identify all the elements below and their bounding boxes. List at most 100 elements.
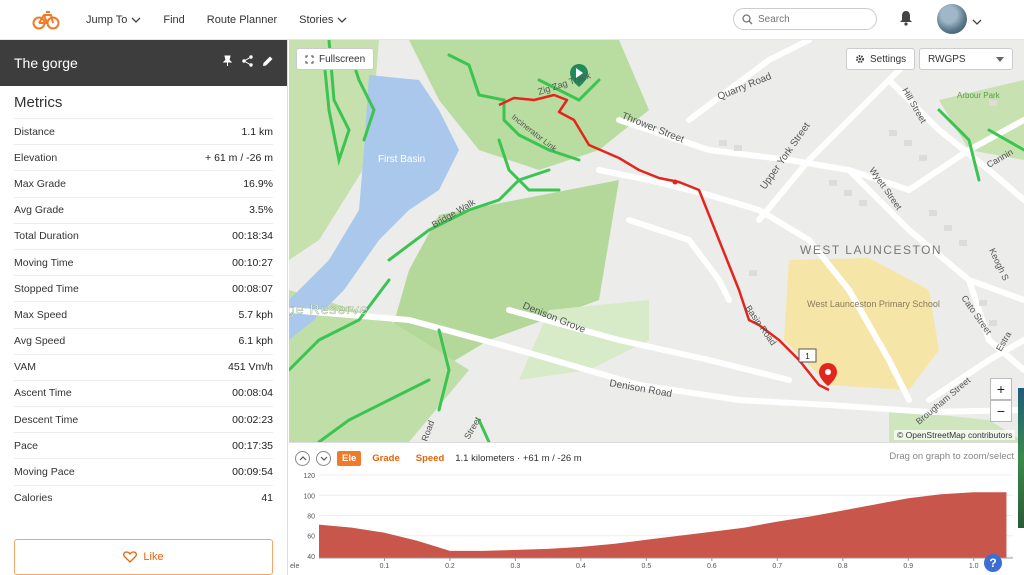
- metric-row: Descent Time 00:02:23: [14, 406, 273, 432]
- y-tick-label: 60: [307, 534, 315, 541]
- graph-toolbar: Ele Grade Speed 1.1 kilometers · +61 m /…: [295, 448, 582, 468]
- search-box[interactable]: [733, 8, 877, 30]
- svg-text:West Launceston Primary School: West Launceston Primary School: [807, 299, 940, 309]
- metric-row: Moving Time 00:10:27: [14, 248, 273, 275]
- tab-grade[interactable]: Grade: [367, 451, 404, 466]
- metric-label: Moving Time: [14, 256, 74, 269]
- metric-label: Max Grade: [14, 177, 66, 190]
- gear-icon: [856, 55, 864, 63]
- metric-label: VAM: [14, 361, 36, 374]
- x-tick-label: 0.1: [380, 563, 390, 570]
- y-tick-label: 120: [303, 473, 315, 480]
- metric-row: Max Speed 5.7 kph: [14, 301, 273, 327]
- svg-text:ge Reserve: ge Reserve: [289, 301, 369, 317]
- help-button[interactable]: ?: [984, 554, 1002, 572]
- x-tick-label: 0.7: [772, 563, 782, 570]
- chevron-down-icon[interactable]: [972, 12, 982, 30]
- svg-text:Arbour Park: Arbour Park: [957, 91, 1001, 100]
- nav-route-planner-label: Route Planner: [206, 13, 278, 26]
- share-icon[interactable]: [242, 55, 253, 67]
- metric-value: 6.1 kph: [238, 335, 273, 348]
- x-tick-label: 0.5: [641, 563, 651, 570]
- route-sidebar: The gorge Metrics Distance 1.1 km Elevatio…: [0, 40, 288, 575]
- metric-row: Avg Speed 6.1 kph: [14, 327, 273, 354]
- svg-text:Hill Street: Hill Street: [900, 86, 928, 125]
- metric-label: Stopped Time: [14, 282, 79, 295]
- metric-row: Calories 41: [14, 484, 273, 511]
- metric-label: Pace: [14, 439, 38, 452]
- tab-speed[interactable]: Speed: [411, 451, 450, 466]
- like-button[interactable]: Like: [14, 539, 273, 575]
- km-marker[interactable]: 1: [798, 348, 817, 363]
- nav-find[interactable]: Find: [163, 14, 184, 26]
- search-icon: [742, 13, 753, 24]
- elevation-graph-panel: Ele Grade Speed 1.1 kilometers · +61 m /…: [289, 442, 1024, 575]
- route-map[interactable]: 1 First Basin Zig Zag Track Incinerator …: [289, 40, 1024, 442]
- user-avatar[interactable]: [937, 4, 967, 34]
- metric-value: 451 Vm/h: [228, 361, 273, 374]
- logo[interactable]: [32, 0, 72, 40]
- nav-jump-to[interactable]: Jump To: [86, 14, 141, 26]
- fullscreen-label: Fullscreen: [319, 53, 366, 65]
- svg-text:Thrower Street: Thrower Street: [620, 111, 686, 146]
- elevation-chart[interactable]: 120 100 80 60 40 0.1 0.2 0.3 0.4 0.5 0.6 0.7 0.8 0.9 1…: [289, 470, 1024, 570]
- search-input[interactable]: [758, 13, 858, 25]
- metric-row: Elevation + 61 m / -26 m: [14, 144, 273, 170]
- metric-value: 41: [261, 492, 273, 505]
- route-header: The gorge: [0, 40, 287, 86]
- metric-row: Stopped Time 00:08:07: [14, 275, 273, 301]
- window-edge: [1018, 388, 1024, 528]
- metric-value: 5.7 kph: [238, 308, 273, 321]
- x-tick-label: 0.9: [903, 563, 913, 570]
- metric-value: 00:02:23: [232, 413, 273, 426]
- collapse-up-button[interactable]: [295, 450, 310, 466]
- nav-find-label: Find: [163, 13, 185, 26]
- svg-text:Basin Road: Basin Road: [743, 303, 778, 347]
- svg-text:Street: Street: [462, 415, 483, 441]
- svg-text:1: 1: [805, 352, 810, 361]
- x-tick-label: 0.8: [838, 563, 848, 570]
- svg-text:First Basin: First Basin: [378, 154, 425, 165]
- map-settings-button[interactable]: Settings: [846, 48, 916, 70]
- metric-label: Avg Speed: [14, 335, 66, 348]
- fullscreen-button[interactable]: Fullscreen: [296, 48, 375, 70]
- nav-stories[interactable]: Stories: [299, 14, 347, 26]
- metric-row: Ascent Time 00:08:04: [14, 379, 273, 406]
- zoom-in-button[interactable]: +: [990, 378, 1012, 400]
- metric-value: 16.9%: [243, 177, 273, 190]
- y-tick-label: 80: [307, 514, 315, 521]
- map-canvas[interactable]: 1 First Basin Zig Zag Track Incinerator …: [289, 40, 1024, 442]
- metric-label: Moving Pace: [14, 466, 75, 479]
- x-tick-label: 0.2: [445, 563, 455, 570]
- like-label: Like: [143, 551, 164, 563]
- notifications-bell-icon[interactable]: [899, 10, 913, 31]
- edit-pencil-icon[interactable]: [262, 55, 273, 67]
- svg-text:WEST LAUNCESTON: WEST LAUNCESTON: [800, 243, 942, 257]
- metric-row: Total Duration 00:18:34: [14, 222, 273, 249]
- top-navbar: Jump To Find Route Planner Stories: [0, 0, 1024, 40]
- chevron-down-icon: [320, 456, 327, 461]
- y-tick-label: 40: [307, 554, 315, 561]
- metric-label: Total Duration: [14, 230, 79, 243]
- x-tick-label: 1.0: [969, 563, 979, 570]
- map-layer-select[interactable]: RWGPS: [919, 48, 1013, 70]
- metric-label: Ascent Time: [14, 387, 72, 400]
- elevation-area[interactable]: [319, 492, 1007, 558]
- route-title: The gorge: [14, 55, 78, 71]
- zoom-out-button[interactable]: −: [990, 400, 1012, 422]
- metric-label: Distance: [14, 125, 55, 138]
- x-tick-label: 0.6: [707, 563, 717, 570]
- expand-icon: [305, 55, 314, 63]
- y-tick-label: 100: [303, 493, 315, 500]
- metric-value: 00:10:27: [232, 256, 273, 269]
- metric-row: Avg Grade 3.5%: [14, 196, 273, 223]
- x-tick-label: 0.3: [511, 563, 521, 570]
- metric-value: 1.1 km: [241, 125, 273, 138]
- metric-value: 00:17:35: [232, 439, 273, 452]
- pin-icon[interactable]: [222, 55, 233, 67]
- map-attribution[interactable]: © OpenStreetMap contributors: [894, 430, 1016, 440]
- metric-value: + 61 m / -26 m: [205, 151, 273, 164]
- expand-down-button[interactable]: [316, 450, 331, 466]
- nav-route-planner[interactable]: Route Planner: [207, 14, 277, 26]
- tab-elevation[interactable]: Ele: [337, 450, 362, 466]
